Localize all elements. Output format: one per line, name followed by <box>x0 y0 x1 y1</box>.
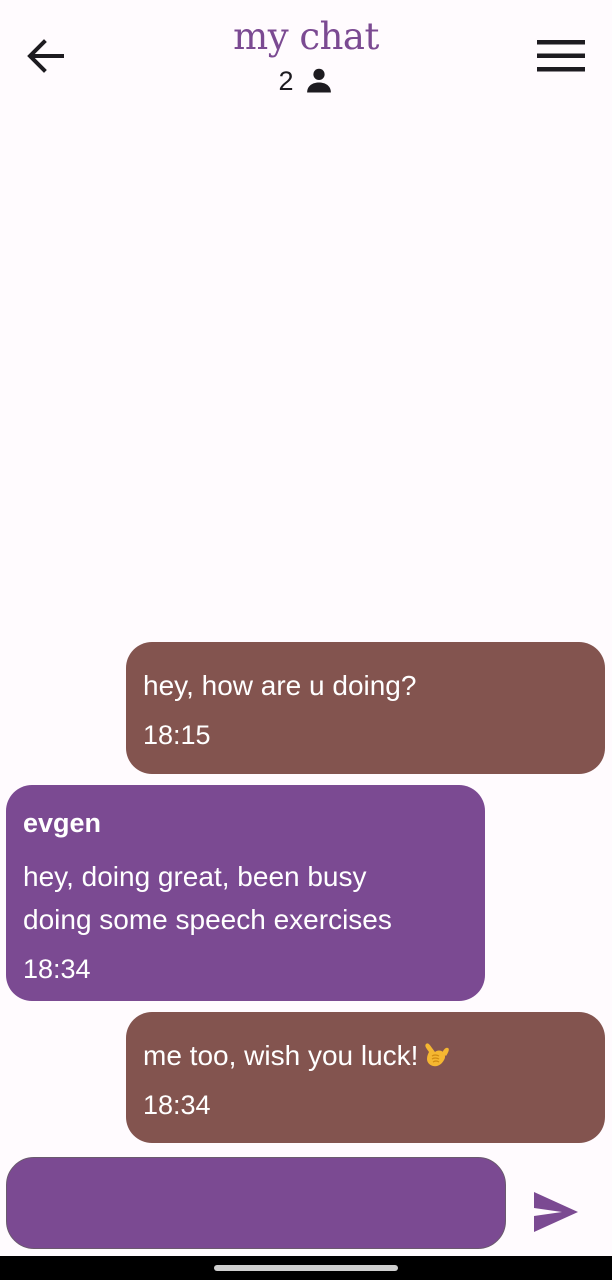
system-navigation-bar <box>0 1256 612 1280</box>
message-time: 18:15 <box>143 720 211 750</box>
message-sender: evgen <box>23 808 102 838</box>
menu-button[interactable] <box>532 32 590 80</box>
member-count: 2 <box>278 66 294 96</box>
message-time: 18:34 <box>143 1090 211 1120</box>
send-icon <box>534 1192 578 1232</box>
member-count-row: 2 <box>156 62 456 100</box>
message-text: hey, how are u doing? <box>143 670 417 701</box>
message-bubble-outgoing[interactable]: hey, how are u doing? 18:15 <box>126 642 605 774</box>
message-bubble-outgoing[interactable]: me too, wish you luck! 18:34 <box>126 1012 605 1143</box>
hamburger-menu-icon <box>537 40 585 72</box>
message-text-line-1: hey, doing great, been busy <box>23 861 367 892</box>
app-header: my chat 2 <box>0 0 612 110</box>
send-button[interactable] <box>530 1186 582 1238</box>
message-text-line-2: doing some speech exercises <box>23 904 392 935</box>
chat-title-area: my chat 2 <box>156 14 456 100</box>
home-gesture-handle[interactable] <box>214 1265 398 1271</box>
arrow-back-icon <box>27 39 64 73</box>
person-icon <box>306 68 331 93</box>
back-button[interactable] <box>22 32 70 80</box>
call-me-hand-emoji <box>425 1043 450 1067</box>
message-bubble-incoming[interactable]: evgen hey, doing great, been busy doing … <box>6 785 485 1001</box>
message-time: 18:34 <box>23 954 91 984</box>
message-input-container[interactable] <box>6 1157 506 1249</box>
message-text: me too, wish you luck! <box>143 1040 419 1071</box>
message-text-row: me too, wish you luck! <box>143 1034 588 1077</box>
chat-title: my chat <box>233 15 379 58</box>
message-input[interactable] <box>7 1158 505 1248</box>
